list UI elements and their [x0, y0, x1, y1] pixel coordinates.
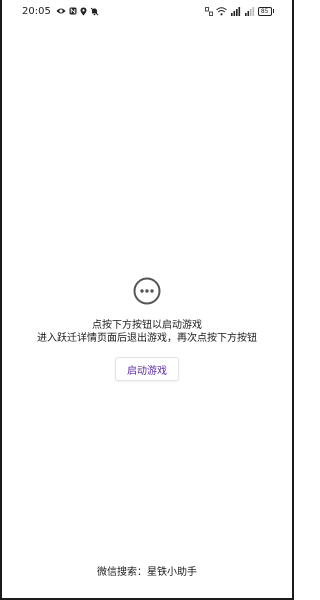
status-bar: 20:05 85 — [2, 0, 292, 22]
eye-icon — [56, 7, 66, 15]
more-horizontal-circle-icon — [132, 276, 162, 310]
app-screen: 20:05 85 点按下方按钮以启动游戏 进入跃迁详情页面后退出游戏，再次点按下… — [0, 0, 294, 600]
cell-signal-icon — [244, 6, 255, 16]
data-speed-icon — [204, 6, 213, 16]
wifi-icon — [216, 6, 227, 16]
launch-panel: 点按下方按钮以启动游戏 进入跃迁详情页面后退出游戏，再次点按下方按钮 启动游戏 — [2, 276, 292, 381]
location-icon — [80, 7, 87, 16]
status-bar-left: 20:05 — [22, 6, 99, 17]
nfc-icon — [69, 7, 77, 15]
status-time: 20:05 — [22, 5, 51, 17]
cell-signal-icon — [230, 6, 241, 16]
bell-off-icon — [90, 7, 99, 16]
battery-level: 85 — [257, 6, 272, 16]
footer-wechat-search: 微信搜索：星铁小助手 — [97, 567, 197, 578]
instruction-text-line2: 进入跃迁详情页面后退出游戏，再次点按下方按钮 — [37, 333, 257, 344]
battery-icon: 85 — [257, 6, 274, 16]
instruction-text-line1: 点按下方按钮以启动游戏 — [92, 320, 202, 331]
launch-game-button[interactable]: 启动游戏 — [115, 357, 179, 381]
status-bar-right: 85 — [204, 6, 274, 16]
